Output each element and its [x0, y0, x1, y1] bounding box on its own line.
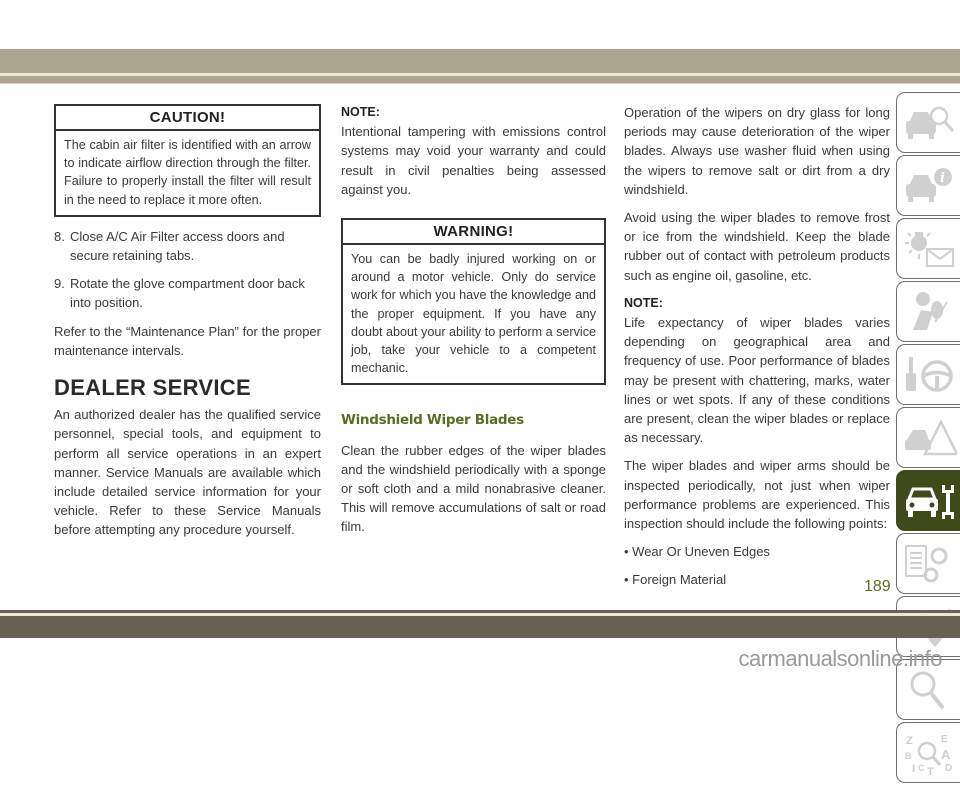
index-icon: Z E B AD I C T — [905, 734, 952, 775]
tab-starting-operating[interactable] — [896, 344, 960, 405]
warning-box: WARNING! You can be badly injured workin… — [341, 218, 606, 386]
tab-safety[interactable] — [896, 281, 960, 342]
column-3: Operation of the wipers on dry glass for… — [624, 103, 890, 590]
tab-in-case-of-emergency[interactable] — [896, 407, 960, 468]
caution-box: CAUTION! The cabin air filter is identif… — [54, 104, 321, 217]
chapter-tabs: i Z E B AD ICT — [896, 92, 960, 785]
specs-gears-icon — [905, 544, 948, 582]
wiper-paragraph-2: Operation of the wipers on dry glass for… — [624, 105, 890, 197]
car-emergency-icon — [905, 418, 957, 455]
key-steering-wheel-icon — [906, 356, 953, 392]
warning-title: WARNING! — [343, 220, 604, 246]
watermark: carmanualsonline.info — [738, 646, 942, 671]
wiper-paragraph-4: The wiper blades and wiper arms should b… — [624, 458, 890, 532]
wiper-heading: Windshield Wiper Blades — [341, 412, 524, 429]
wiper-paragraph-1: Clean the rubber edges of the wiper blad… — [341, 442, 606, 535]
step-text: Close A/C Air Filter access doors and se… — [70, 228, 285, 264]
svg-text:T: T — [927, 766, 934, 775]
note-label: NOTE: — [341, 105, 380, 119]
caution-body: The cabin air filter is identified with … — [64, 138, 311, 207]
header-band-edge — [0, 83, 960, 84]
warning-light-message-icon — [905, 231, 954, 267]
caution-title: CAUTION! — [56, 106, 319, 131]
step-number: 8. — [54, 228, 65, 244]
list-item: 9. Rotate the glove compartment door bac… — [54, 274, 321, 312]
car-search-icon — [906, 106, 955, 139]
step-number: 9. — [54, 276, 65, 292]
footer-band — [0, 616, 960, 638]
svg-text:i: i — [940, 171, 945, 186]
list-item: 8. Close A/C Air Filter access doors and… — [54, 227, 321, 265]
tab-technical-specifications[interactable] — [896, 533, 960, 594]
dealer-service-heading: DEALER SERVICE — [54, 375, 251, 401]
header-band — [0, 49, 960, 73]
column-2: NOTE: Intentional tampering with emissio… — [341, 103, 606, 537]
svg-text:Z: Z — [906, 735, 913, 747]
magnifier-icon — [910, 671, 945, 709]
wiper-note-label: NOTE: — [624, 295, 663, 310]
tab-instrument-panel[interactable]: i — [896, 155, 960, 216]
wiper-paragraph-3: Avoid using the wiper blades to remove f… — [624, 210, 890, 283]
header-band-thin — [0, 76, 960, 83]
refer-paragraph: Refer to the “Maintenance Plan” for the … — [54, 323, 321, 358]
wiper-note-body: Life expectancy of wiper blades varies d… — [624, 315, 890, 446]
tab-servicing-maintenance[interactable] — [896, 470, 960, 531]
car-wrench-icon — [906, 484, 954, 519]
bullet-item: • Wear Or Uneven Edges — [624, 544, 770, 560]
page-number: 189 — [864, 578, 891, 595]
svg-text:A: A — [941, 747, 951, 762]
column-1: CAUTION! The cabin air filter is identif… — [54, 104, 321, 540]
svg-text:I: I — [912, 763, 915, 775]
svg-text:C: C — [918, 763, 925, 773]
tab-index[interactable]: Z E B AD ICT — [896, 722, 960, 783]
car-info-icon: i — [906, 167, 952, 202]
bullet-item: • Foreign Material — [624, 572, 727, 588]
tab-warning-lights[interactable] — [896, 218, 960, 279]
tab-getting-to-know-vehicle[interactable] — [896, 92, 960, 153]
airbag-seat-icon — [913, 291, 948, 330]
dealer-service-body: An authorized dealer has the qualified s… — [54, 407, 321, 538]
step-text: Rotate the glove compartment door back i… — [70, 276, 305, 311]
warning-body: You can be badly injured working on or a… — [351, 252, 597, 376]
svg-text:D: D — [945, 763, 952, 774]
svg-text:B: B — [905, 751, 912, 761]
note-body: Intentional tampering with emissions con… — [341, 124, 606, 197]
svg-text:E: E — [941, 734, 948, 745]
steps-list: 8. Close A/C Air Filter access doors and… — [54, 227, 321, 313]
